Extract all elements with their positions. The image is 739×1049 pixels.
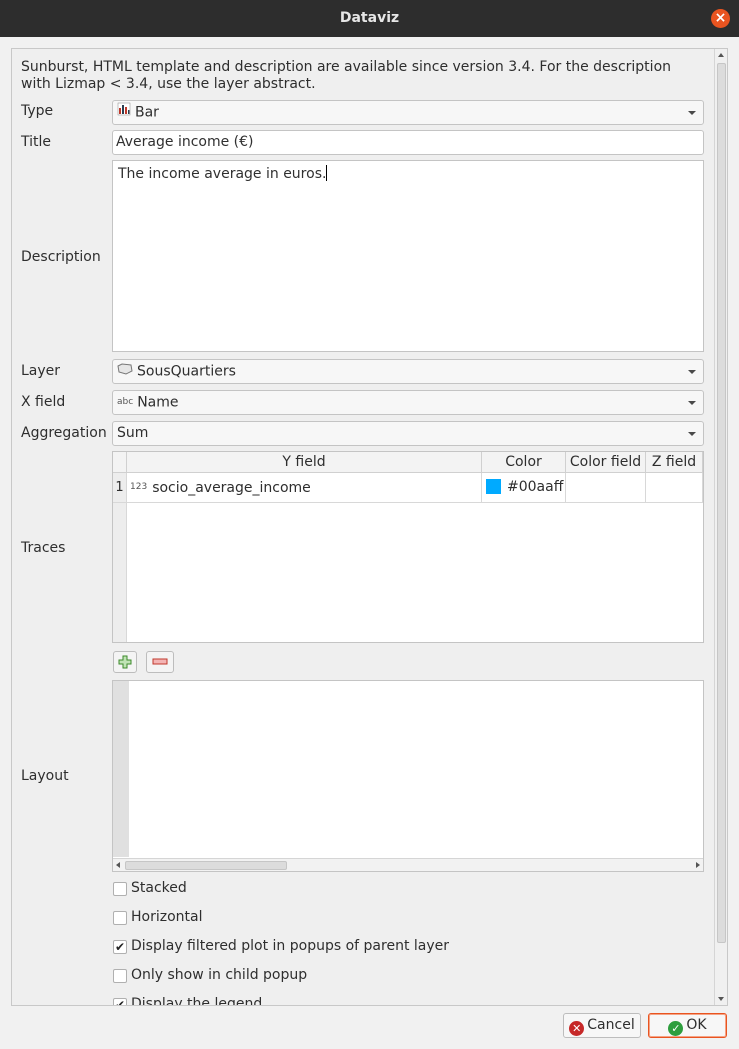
aggregation-combo[interactable]: Sum (112, 421, 704, 446)
number-type-icon: 123 (130, 482, 148, 492)
chevron-down-icon (688, 432, 696, 436)
type-value: Bar (135, 104, 159, 121)
column-header-y-field[interactable]: Y field (127, 452, 482, 473)
layout-label: Layout (21, 768, 69, 784)
filtered-plot-checkbox[interactable]: ✔ (113, 940, 127, 954)
filtered-plot-label: Display filtered plot in popups of paren… (131, 938, 450, 954)
text-type-icon: abc (117, 397, 134, 407)
chevron-down-icon (688, 370, 696, 374)
color-cell[interactable]: #00aaff (482, 473, 566, 503)
aggregation-value: Sum (117, 425, 149, 441)
minus-icon (152, 658, 168, 665)
table-row[interactable]: 1 123 socio_average_income #00aaff (113, 473, 703, 503)
vertical-scrollbar[interactable] (714, 49, 727, 1005)
x-field-value: Name (137, 394, 179, 411)
color-swatch (486, 479, 501, 494)
y-field-value: socio_average_income (152, 480, 311, 496)
plus-icon (118, 655, 132, 669)
traces-label: Traces (21, 540, 66, 556)
ok-label: OK (686, 1017, 707, 1033)
scroll-up-icon[interactable] (718, 53, 724, 57)
cancel-button[interactable]: ✕ Cancel (563, 1013, 641, 1038)
type-combo[interactable]: Bar (112, 100, 704, 125)
remove-trace-button[interactable] (146, 651, 174, 673)
legend-label: Display the legend (131, 996, 263, 1006)
cancel-label: Cancel (587, 1017, 635, 1033)
corner-cell (113, 452, 127, 473)
title-label: Title (21, 134, 52, 150)
color-field-cell[interactable] (566, 473, 646, 503)
description-textarea[interactable]: The income average in euros. (112, 160, 704, 352)
title-input[interactable]: Average income (€) (112, 130, 704, 155)
bar-chart-icon (117, 101, 131, 124)
color-value: #00aaff (507, 479, 564, 495)
text-caret (326, 165, 328, 181)
x-field-combo[interactable]: abc Name (112, 390, 704, 415)
scrollbar-thumb[interactable] (717, 63, 726, 943)
z-field-cell[interactable] (646, 473, 703, 503)
description-label: Description (21, 249, 101, 265)
legend-checkbox[interactable]: ✔ (113, 998, 127, 1005)
child-popup-checkbox[interactable] (113, 969, 127, 983)
scrollbar-thumb[interactable] (125, 861, 287, 870)
traces-table[interactable]: Y field Color Color field Z field 1 123 s… (112, 451, 704, 643)
type-label: Type (21, 103, 54, 119)
ok-button[interactable]: ✓ OK (648, 1013, 727, 1038)
description-text: The income average in euros. (118, 166, 327, 182)
window-titlebar: Dataviz × (0, 0, 739, 37)
scroll-down-icon[interactable] (718, 997, 724, 1001)
aggregation-label: Aggregation (21, 425, 107, 441)
horizontal-scrollbar[interactable] (113, 858, 703, 871)
chevron-down-icon (688, 401, 696, 405)
add-trace-button[interactable] (113, 651, 137, 673)
layer-label: Layer (21, 363, 61, 379)
row-number: 1 (113, 473, 127, 503)
column-header-color[interactable]: Color (482, 452, 566, 473)
polygon-layer-icon (117, 360, 133, 383)
child-popup-label: Only show in child popup (131, 967, 308, 983)
line-number-gutter (113, 681, 129, 857)
ok-icon: ✓ (668, 1021, 684, 1036)
chevron-down-icon (688, 111, 696, 115)
column-header-color-field[interactable]: Color field (566, 452, 646, 473)
y-field-cell[interactable]: 123 socio_average_income (127, 473, 482, 503)
scroll-right-icon[interactable] (696, 862, 700, 868)
layer-combo[interactable]: SousQuartiers (112, 359, 704, 384)
form-panel: Sunburst, HTML template and description … (11, 48, 728, 1006)
layer-value: SousQuartiers (137, 363, 236, 380)
cancel-icon: ✕ (569, 1021, 585, 1036)
column-header-z-field[interactable]: Z field (646, 452, 703, 473)
horizontal-label: Horizontal (131, 909, 203, 925)
traces-table-header: Y field Color Color field Z field (113, 452, 703, 473)
scroll-left-icon[interactable] (116, 862, 120, 868)
x-field-label: X field (21, 394, 66, 410)
stacked-checkbox[interactable] (113, 882, 127, 896)
window-title: Dataviz (339, 10, 400, 26)
info-text: Sunburst, HTML template and description … (21, 59, 672, 92)
horizontal-checkbox[interactable] (113, 911, 127, 925)
layout-editor[interactable] (112, 680, 704, 872)
close-icon[interactable]: × (711, 9, 730, 28)
stacked-label: Stacked (131, 880, 187, 896)
